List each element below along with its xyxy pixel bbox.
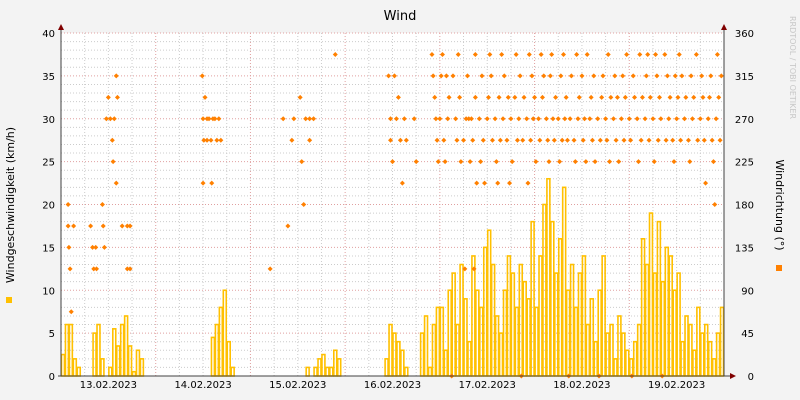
x-tick-label: 15.02.2023 bbox=[269, 380, 326, 391]
watermark: RRDTOOL / TOBI OETIKER bbox=[788, 16, 797, 119]
y-tick-label: 5 bbox=[49, 329, 55, 340]
wind-chart: 0 5 10 15 20 25 30 35 40 0 45 90 135 180 225 270 315 360 1… bbox=[0, 0, 800, 400]
y2-tick-label: 45 bbox=[741, 329, 754, 340]
y2-tick-label: 270 bbox=[735, 115, 754, 126]
x-tick-label: 19.02.2023 bbox=[648, 380, 705, 391]
y2-tick-label: 90 bbox=[741, 286, 754, 297]
y2-tick-label: 0 bbox=[748, 372, 754, 383]
y-tick-label: 40 bbox=[42, 29, 55, 40]
y2-axis-label: Windrichtung (°) bbox=[773, 159, 786, 250]
x-tick-label: 17.02.2023 bbox=[459, 380, 516, 391]
y2-tick-label: 360 bbox=[735, 29, 754, 40]
x-tick-label: 13.02.2023 bbox=[80, 380, 137, 391]
y-tick-label: 35 bbox=[42, 72, 55, 83]
speed-legend-swatch bbox=[6, 297, 12, 303]
y-tick-label: 10 bbox=[42, 286, 55, 297]
y2-tick-label: 180 bbox=[735, 201, 754, 212]
x-tick-label: 16.02.2023 bbox=[364, 380, 421, 391]
y2-tick-label: 225 bbox=[735, 158, 754, 169]
y-tick-label: 25 bbox=[42, 158, 55, 169]
x-tick-label: 18.02.2023 bbox=[553, 380, 610, 391]
y-tick-label: 0 bbox=[49, 372, 55, 383]
y-tick-label: 30 bbox=[42, 115, 55, 126]
y2-tick-label: 135 bbox=[735, 243, 754, 254]
y-axis-label: Windgeschwindigkeit (km/h) bbox=[4, 127, 17, 283]
y-tick-label: 20 bbox=[42, 201, 55, 212]
y2-tick-label: 315 bbox=[735, 72, 754, 83]
y-tick-label: 15 bbox=[42, 243, 55, 254]
x-tick-label: 14.02.2023 bbox=[174, 380, 231, 391]
direction-legend-swatch bbox=[776, 265, 782, 271]
chart-title: Wind bbox=[384, 9, 417, 24]
